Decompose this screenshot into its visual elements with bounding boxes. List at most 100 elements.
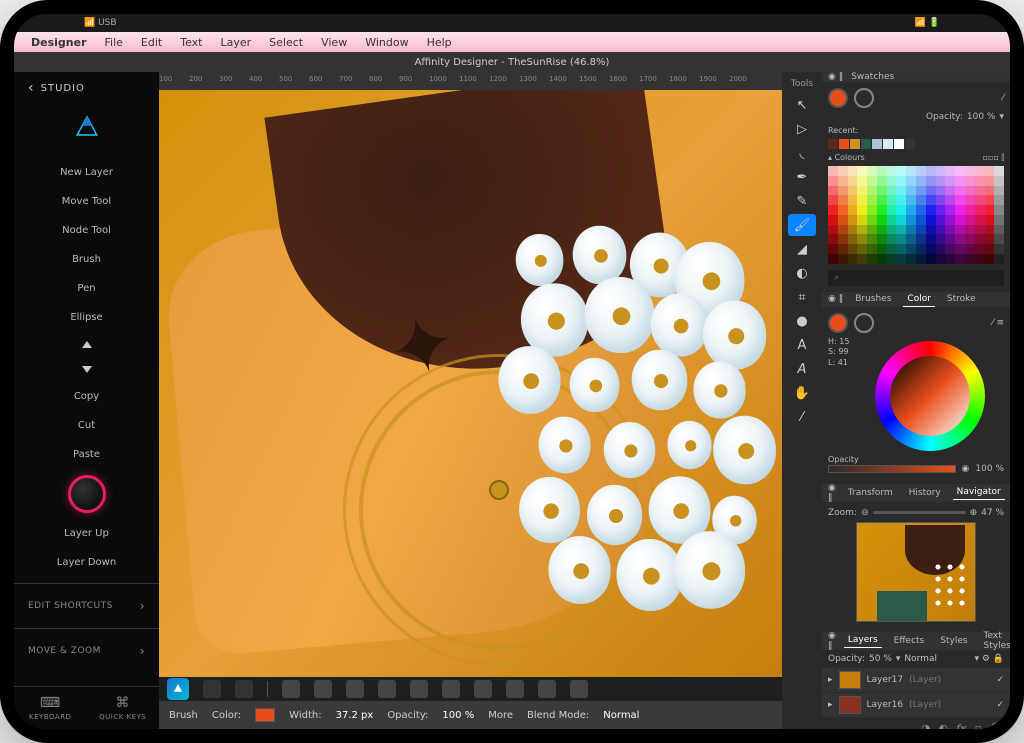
eyedropper-icon[interactable]: ⁄ ≡ (992, 318, 1004, 328)
fx-icon[interactable]: fx (956, 722, 966, 729)
fill-tool-icon[interactable]: ◢ (788, 238, 816, 260)
mask-icon[interactable]: ◑ (921, 722, 931, 729)
brushes-tab[interactable]: Brushes (851, 292, 895, 306)
sidebar-move-tool[interactable]: Move Tool (14, 187, 159, 216)
pencil-tool-icon[interactable]: ✎ (788, 190, 816, 212)
toolbar-icon[interactable] (442, 680, 460, 698)
opacity-field[interactable]: 100 % (967, 112, 996, 122)
edit-shortcuts[interactable]: EDIT SHORTCUTS (14, 590, 159, 622)
keyboard-button[interactable]: ⌨KEYBOARD (14, 687, 87, 729)
stroke-tab[interactable]: Stroke (943, 292, 980, 306)
more-button[interactable]: More (488, 710, 513, 721)
art-text-tool-icon[interactable]: A (788, 358, 816, 380)
sidebar-brush[interactable]: Brush (14, 245, 159, 274)
eyedropper-tool-icon[interactable]: ⁄ (788, 406, 816, 428)
shape-tool-icon[interactable]: ● (788, 310, 816, 332)
layer-row[interactable]: ▸ Layer16 (Layer) ✓ (822, 693, 1010, 718)
text-tool-icon[interactable]: A (788, 334, 816, 356)
menu-edit[interactable]: Edit (132, 36, 171, 49)
menu-text[interactable]: Text (171, 36, 211, 49)
opacity-field[interactable]: 100 % (975, 464, 1004, 474)
crop-tool-icon[interactable]: ⌗ (788, 286, 816, 308)
menu-help[interactable]: Help (418, 36, 461, 49)
navigator-preview[interactable] (856, 522, 976, 622)
zoom-value[interactable]: 47 % (981, 508, 1004, 518)
opacity-slider[interactable] (828, 465, 956, 473)
opacity-value[interactable]: 100 % (442, 710, 474, 721)
fill-swatch[interactable] (828, 88, 848, 108)
color-grid[interactable] (828, 166, 1004, 264)
stroke-swatch[interactable] (854, 88, 874, 108)
sidebar-ellipse[interactable]: Ellipse (14, 303, 159, 332)
layers-tab[interactable]: Layers (844, 633, 882, 648)
blend-value[interactable]: Normal (603, 710, 639, 721)
expand-icon[interactable]: ▸ (828, 700, 833, 710)
sidebar-header[interactable]: STUDIO (14, 72, 159, 104)
arrow-down-icon[interactable] (82, 366, 92, 373)
sidebar-copy[interactable]: Copy (14, 382, 159, 411)
toolbar-icon[interactable] (346, 680, 364, 698)
history-tab[interactable]: History (905, 486, 945, 500)
move-zoom[interactable]: MOVE & ZOOM (14, 635, 159, 667)
swatch-search-input[interactable] (828, 270, 1004, 286)
sidebar-pen[interactable]: Pen (14, 274, 159, 303)
toolbar-icon[interactable] (506, 680, 524, 698)
designer-persona-icon[interactable] (167, 678, 189, 700)
colours-label[interactable]: Colours (835, 153, 865, 162)
layer-blend-field[interactable]: Normal (904, 654, 937, 664)
pen-tool-icon[interactable]: ✒ (788, 166, 816, 188)
menu-window[interactable]: Window (356, 36, 417, 49)
transform-tab[interactable]: Transform (844, 486, 897, 500)
toolbar-icon[interactable] (474, 680, 492, 698)
expand-icon[interactable]: ▸ (828, 675, 833, 685)
toolbar-icon[interactable] (570, 680, 588, 698)
zoom-in-icon[interactable]: ⊕ (970, 508, 978, 518)
fill-swatch-color[interactable] (828, 313, 848, 333)
canvas[interactable]: ✦ (159, 90, 782, 677)
sidebar-node-tool[interactable]: Node Tool (14, 216, 159, 245)
sidebar-new-layer[interactable]: New Layer (14, 158, 159, 187)
transparency-tool-icon[interactable]: ◐ (788, 262, 816, 284)
toolbar-icon[interactable] (378, 680, 396, 698)
effects-tab[interactable]: Effects (890, 634, 929, 648)
corner-tool-icon[interactable]: ◟ (788, 142, 816, 164)
sidebar-paste[interactable]: Paste (14, 440, 159, 469)
move-tool-icon[interactable]: ↖ (788, 94, 816, 116)
styles-tab[interactable]: Styles (936, 634, 971, 648)
node-tool-icon[interactable]: ▷ (788, 118, 816, 140)
navigator-tab[interactable]: Navigator (953, 485, 1005, 500)
delete-layer-icon[interactable]: 🗑 (990, 722, 1004, 729)
layer-row[interactable]: ▸ Layer17 (Layer) ✓ (822, 668, 1010, 693)
menu-view[interactable]: View (312, 36, 356, 49)
toolbar-icon[interactable] (282, 680, 300, 698)
recent-colors[interactable] (828, 139, 1004, 149)
sidebar-layer-down[interactable]: Layer Down (14, 548, 159, 577)
stroke-swatch-color[interactable] (854, 313, 874, 333)
quick-keys-button[interactable]: ⌘QUICK KEYS (87, 687, 160, 729)
pixel-persona-icon[interactable] (203, 680, 221, 698)
export-persona-icon[interactable] (235, 680, 253, 698)
toolbar-icon[interactable] (538, 680, 556, 698)
color-wheel[interactable] (875, 341, 985, 451)
visibility-check-icon[interactable]: ✓ (996, 700, 1004, 710)
color-tab[interactable]: Color (903, 292, 935, 307)
zoom-out-icon[interactable]: ⊖ (861, 508, 869, 518)
menu-select[interactable]: Select (260, 36, 312, 49)
width-value[interactable]: 37.2 px (336, 710, 374, 721)
add-layer-icon[interactable]: ▫ (975, 722, 982, 729)
sidebar-cut[interactable]: Cut (14, 411, 159, 440)
sidebar-layer-up[interactable]: Layer Up (14, 519, 159, 548)
menu-layer[interactable]: Layer (211, 36, 260, 49)
toolbar-icon[interactable] (314, 680, 332, 698)
dial-control[interactable] (68, 475, 106, 513)
brush-tool-icon[interactable]: 🖌 (788, 214, 816, 236)
swatches-tab[interactable]: Swatches (851, 72, 894, 82)
visibility-check-icon[interactable]: ✓ (996, 675, 1004, 685)
zoom-slider[interactable] (873, 511, 966, 514)
color-swatch[interactable] (255, 708, 275, 722)
pan-tool-icon[interactable]: ✋ (788, 382, 816, 404)
layer-opacity-field[interactable]: 50 % (869, 654, 892, 664)
eyedropper-icon[interactable]: ⁄ (1002, 93, 1004, 103)
adjust-icon[interactable]: ◐ (939, 722, 949, 729)
toolbar-icon[interactable] (410, 680, 428, 698)
